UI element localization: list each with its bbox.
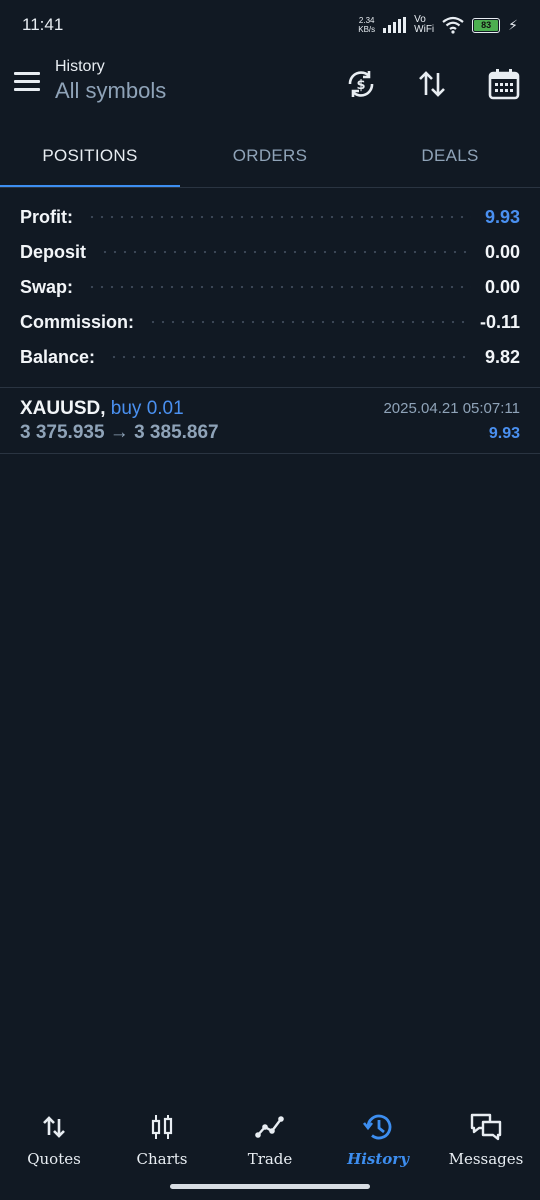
summary-label: Profit:	[20, 207, 73, 227]
position-date: 2025.04.21 05:07:11	[383, 400, 520, 417]
summary-value: 9.82	[484, 347, 520, 367]
nav-quotes[interactable]: Quotes	[0, 1104, 108, 1180]
summary-value: 9.93	[484, 207, 520, 227]
header-titles[interactable]: History All symbols	[55, 58, 166, 104]
nav-history[interactable]: History	[324, 1104, 432, 1180]
summary-value: -0.11	[479, 312, 520, 332]
summary-value: 0.00	[484, 242, 520, 262]
summary-value: 0.00	[484, 277, 520, 297]
calendar-icon[interactable]	[484, 64, 524, 104]
summary-label: Balance:	[20, 347, 96, 367]
row-divider	[0, 453, 540, 454]
summary-label: Commission:	[20, 312, 135, 332]
page-title: History	[55, 58, 105, 75]
nav-label: Charts	[136, 1150, 188, 1168]
battery-level: 83	[474, 19, 499, 31]
menu-icon[interactable]	[14, 72, 40, 92]
charging-icon: ⚡	[508, 16, 518, 33]
summary-row-deposit: Deposit 0.00	[20, 235, 520, 270]
nav-charts[interactable]: Charts	[108, 1104, 216, 1180]
summary-label: Deposit	[20, 242, 87, 262]
network-speed: 2.34 KB/s	[358, 16, 375, 34]
messages-icon	[469, 1110, 503, 1144]
charts-icon	[145, 1110, 179, 1144]
summary-row-balance: Balance: 9.82	[20, 340, 520, 375]
tabs-divider	[0, 187, 540, 188]
summary-row-commission: Commission: -0.11	[20, 305, 520, 340]
dotted-leader	[100, 250, 471, 255]
summary-panel: Profit: 9.93 Deposit 0.00 Swap: 0.00 Com…	[20, 200, 520, 375]
tab-positions[interactable]: POSITIONS	[0, 128, 180, 188]
history-icon	[361, 1110, 395, 1144]
trade-icon	[253, 1110, 287, 1144]
position-row[interactable]: XAUUSD, buy 0.01 3 375.935 → 3 385.867 2…	[0, 392, 540, 454]
summary-row-profit: Profit: 9.93	[20, 200, 520, 235]
history-tabs: POSITIONS ORDERS DEALS	[0, 128, 540, 188]
network-speed-value: 2.34	[358, 16, 375, 25]
dotted-leader	[109, 355, 471, 360]
position-symbol: XAUUSD, buy 0.01	[20, 398, 184, 420]
app-header: History All symbols $	[0, 50, 540, 120]
symbol-name: XAUUSD,	[20, 398, 106, 419]
status-bar: 11:41 2.34 KB/s Vo WiFi 83 ⚡	[0, 0, 540, 50]
dotted-leader	[87, 285, 471, 290]
summary-divider	[0, 387, 540, 388]
status-indicators: 2.34 KB/s Vo WiFi 83 ⚡	[358, 15, 518, 35]
vowifi-bottom: WiFi	[414, 24, 435, 35]
vowifi-indicator: Vo WiFi	[414, 15, 434, 35]
symbol-filter[interactable]: All symbols	[55, 78, 166, 104]
nav-label: History	[347, 1150, 409, 1168]
svg-text:$: $	[356, 78, 365, 93]
nav-label: Trade	[247, 1150, 293, 1168]
trade-side-volume: buy 0.01	[110, 398, 184, 419]
dotted-leader	[87, 215, 471, 220]
sort-icon[interactable]	[412, 64, 452, 104]
tab-orders[interactable]: ORDERS	[180, 128, 360, 188]
position-profit: 9.93	[488, 425, 520, 442]
bottom-nav: Quotes Charts Trade History Messages	[0, 1104, 540, 1180]
nav-label: Messages	[448, 1150, 524, 1168]
signal-icon	[383, 17, 407, 33]
nav-label: Quotes	[27, 1150, 81, 1168]
battery-icon: 83	[472, 17, 501, 33]
nav-messages[interactable]: Messages	[432, 1104, 540, 1180]
network-speed-unit: KB/s	[358, 25, 376, 34]
summary-label: Swap:	[20, 277, 74, 297]
price-range: 3 375.935 → 3 385.867	[20, 422, 219, 443]
tab-deals[interactable]: DEALS	[360, 128, 540, 188]
quotes-icon	[37, 1110, 71, 1144]
dotted-leader	[148, 320, 466, 325]
summary-row-swap: Swap: 0.00	[20, 270, 520, 305]
status-time: 11:41	[22, 15, 64, 34]
wifi-icon	[442, 16, 464, 34]
sync-currency-icon[interactable]: $	[341, 64, 381, 104]
nav-trade[interactable]: Trade	[216, 1104, 324, 1180]
home-indicator[interactable]	[170, 1184, 370, 1189]
